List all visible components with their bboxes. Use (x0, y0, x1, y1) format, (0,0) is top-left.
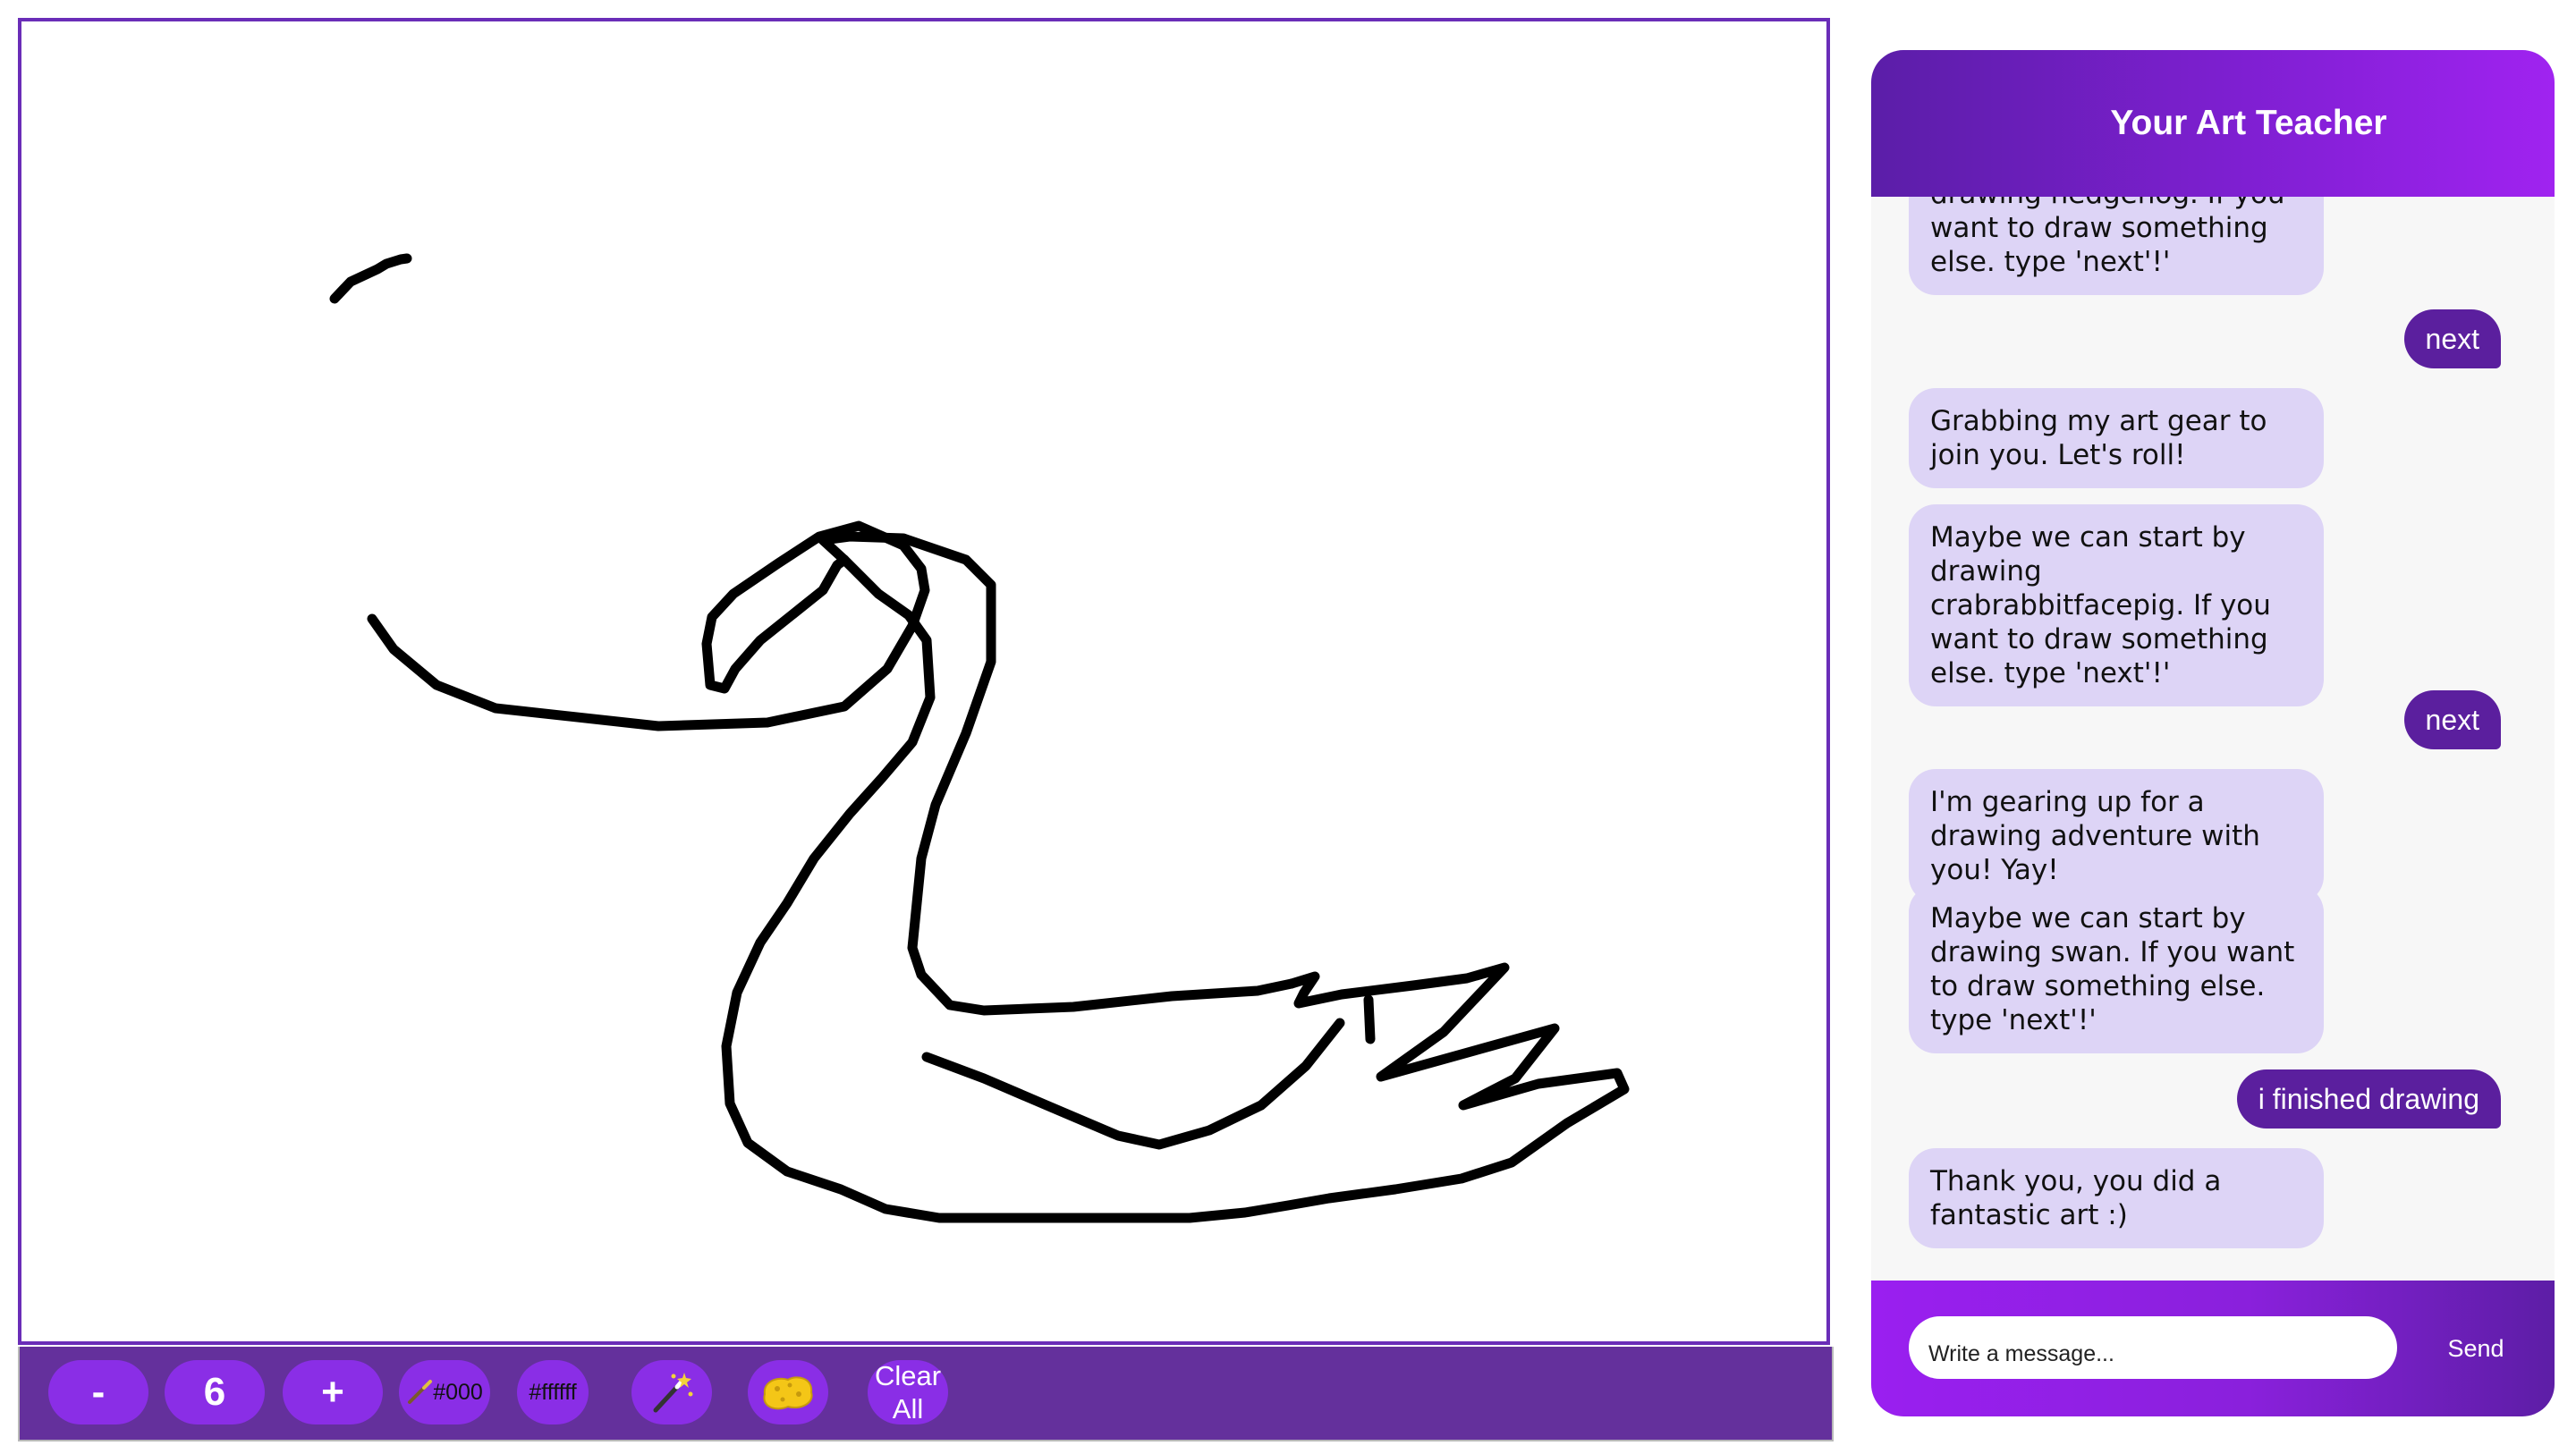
user-message: next (2403, 690, 2501, 749)
magic-wand-icon (653, 1373, 693, 1413)
stroke-beak (329, 253, 412, 304)
chat-title: Your Art Teacher (2110, 104, 2387, 142)
magic-wand-button[interactable] (631, 1360, 712, 1424)
color-white-button[interactable]: #ffffff (517, 1360, 589, 1424)
chat-input-bar: Send (1871, 1281, 2555, 1416)
teacher-message: I'm gearing up for a drawing adventure w… (1909, 769, 2324, 903)
chat-messages[interactable]: drawing hedgehog. If you want to draw so… (1871, 197, 2555, 1331)
eraser-button[interactable] (748, 1360, 828, 1424)
drawing-strokes[interactable] (21, 21, 1826, 1341)
color-black-label: #000 (433, 1379, 483, 1405)
clear-all-button[interactable]: Clear All (868, 1360, 948, 1424)
teacher-message: Grabbing my art gear to join you. Let's … (1909, 388, 2324, 488)
decrease-brush-button[interactable]: - (48, 1360, 148, 1424)
sponge-icon (763, 1376, 813, 1410)
brush-size-value: 6 (203, 1370, 226, 1414)
user-message: i finished drawing (2236, 1069, 2501, 1129)
brush-size-display: 6 (165, 1360, 265, 1424)
color-black-button[interactable]: #000 (399, 1360, 490, 1424)
drawing-canvas[interactable] (18, 18, 1830, 1345)
teacher-message: Maybe we can start by drawing swan. If y… (1909, 885, 2324, 1053)
brush-icon (408, 1380, 433, 1404)
drawing-toolbar: - 6 + #000 #ffffff Clear All (18, 1347, 1834, 1441)
color-white-label: #ffffff (529, 1379, 577, 1405)
teacher-message: Maybe we can start by drawing crabrabbit… (1909, 504, 2324, 706)
clear-all-label-line1: Clear (874, 1360, 942, 1391)
clear-all-label-line2: All (892, 1393, 924, 1424)
teacher-message: drawing hedgehog. If you want to draw so… (1909, 197, 2324, 295)
stroke-feather-tick (1363, 994, 1376, 1044)
stroke-body-under (921, 1018, 1345, 1150)
increase-brush-button[interactable]: + (283, 1360, 383, 1424)
increase-label: + (321, 1370, 344, 1414)
send-button[interactable]: Send (2433, 1331, 2519, 1366)
teacher-message: Thank you, you did a fantastic art :) (1909, 1148, 2324, 1248)
user-message: next (2403, 309, 2501, 368)
message-input[interactable] (1909, 1316, 2397, 1379)
decrease-label: - (91, 1370, 106, 1414)
chat-header: Your Art Teacher (1871, 50, 2555, 197)
stroke-wing-feathers (721, 554, 1630, 1223)
chat-panel: Your Art Teacher drawing hedgehog. If yo… (1871, 50, 2555, 1416)
